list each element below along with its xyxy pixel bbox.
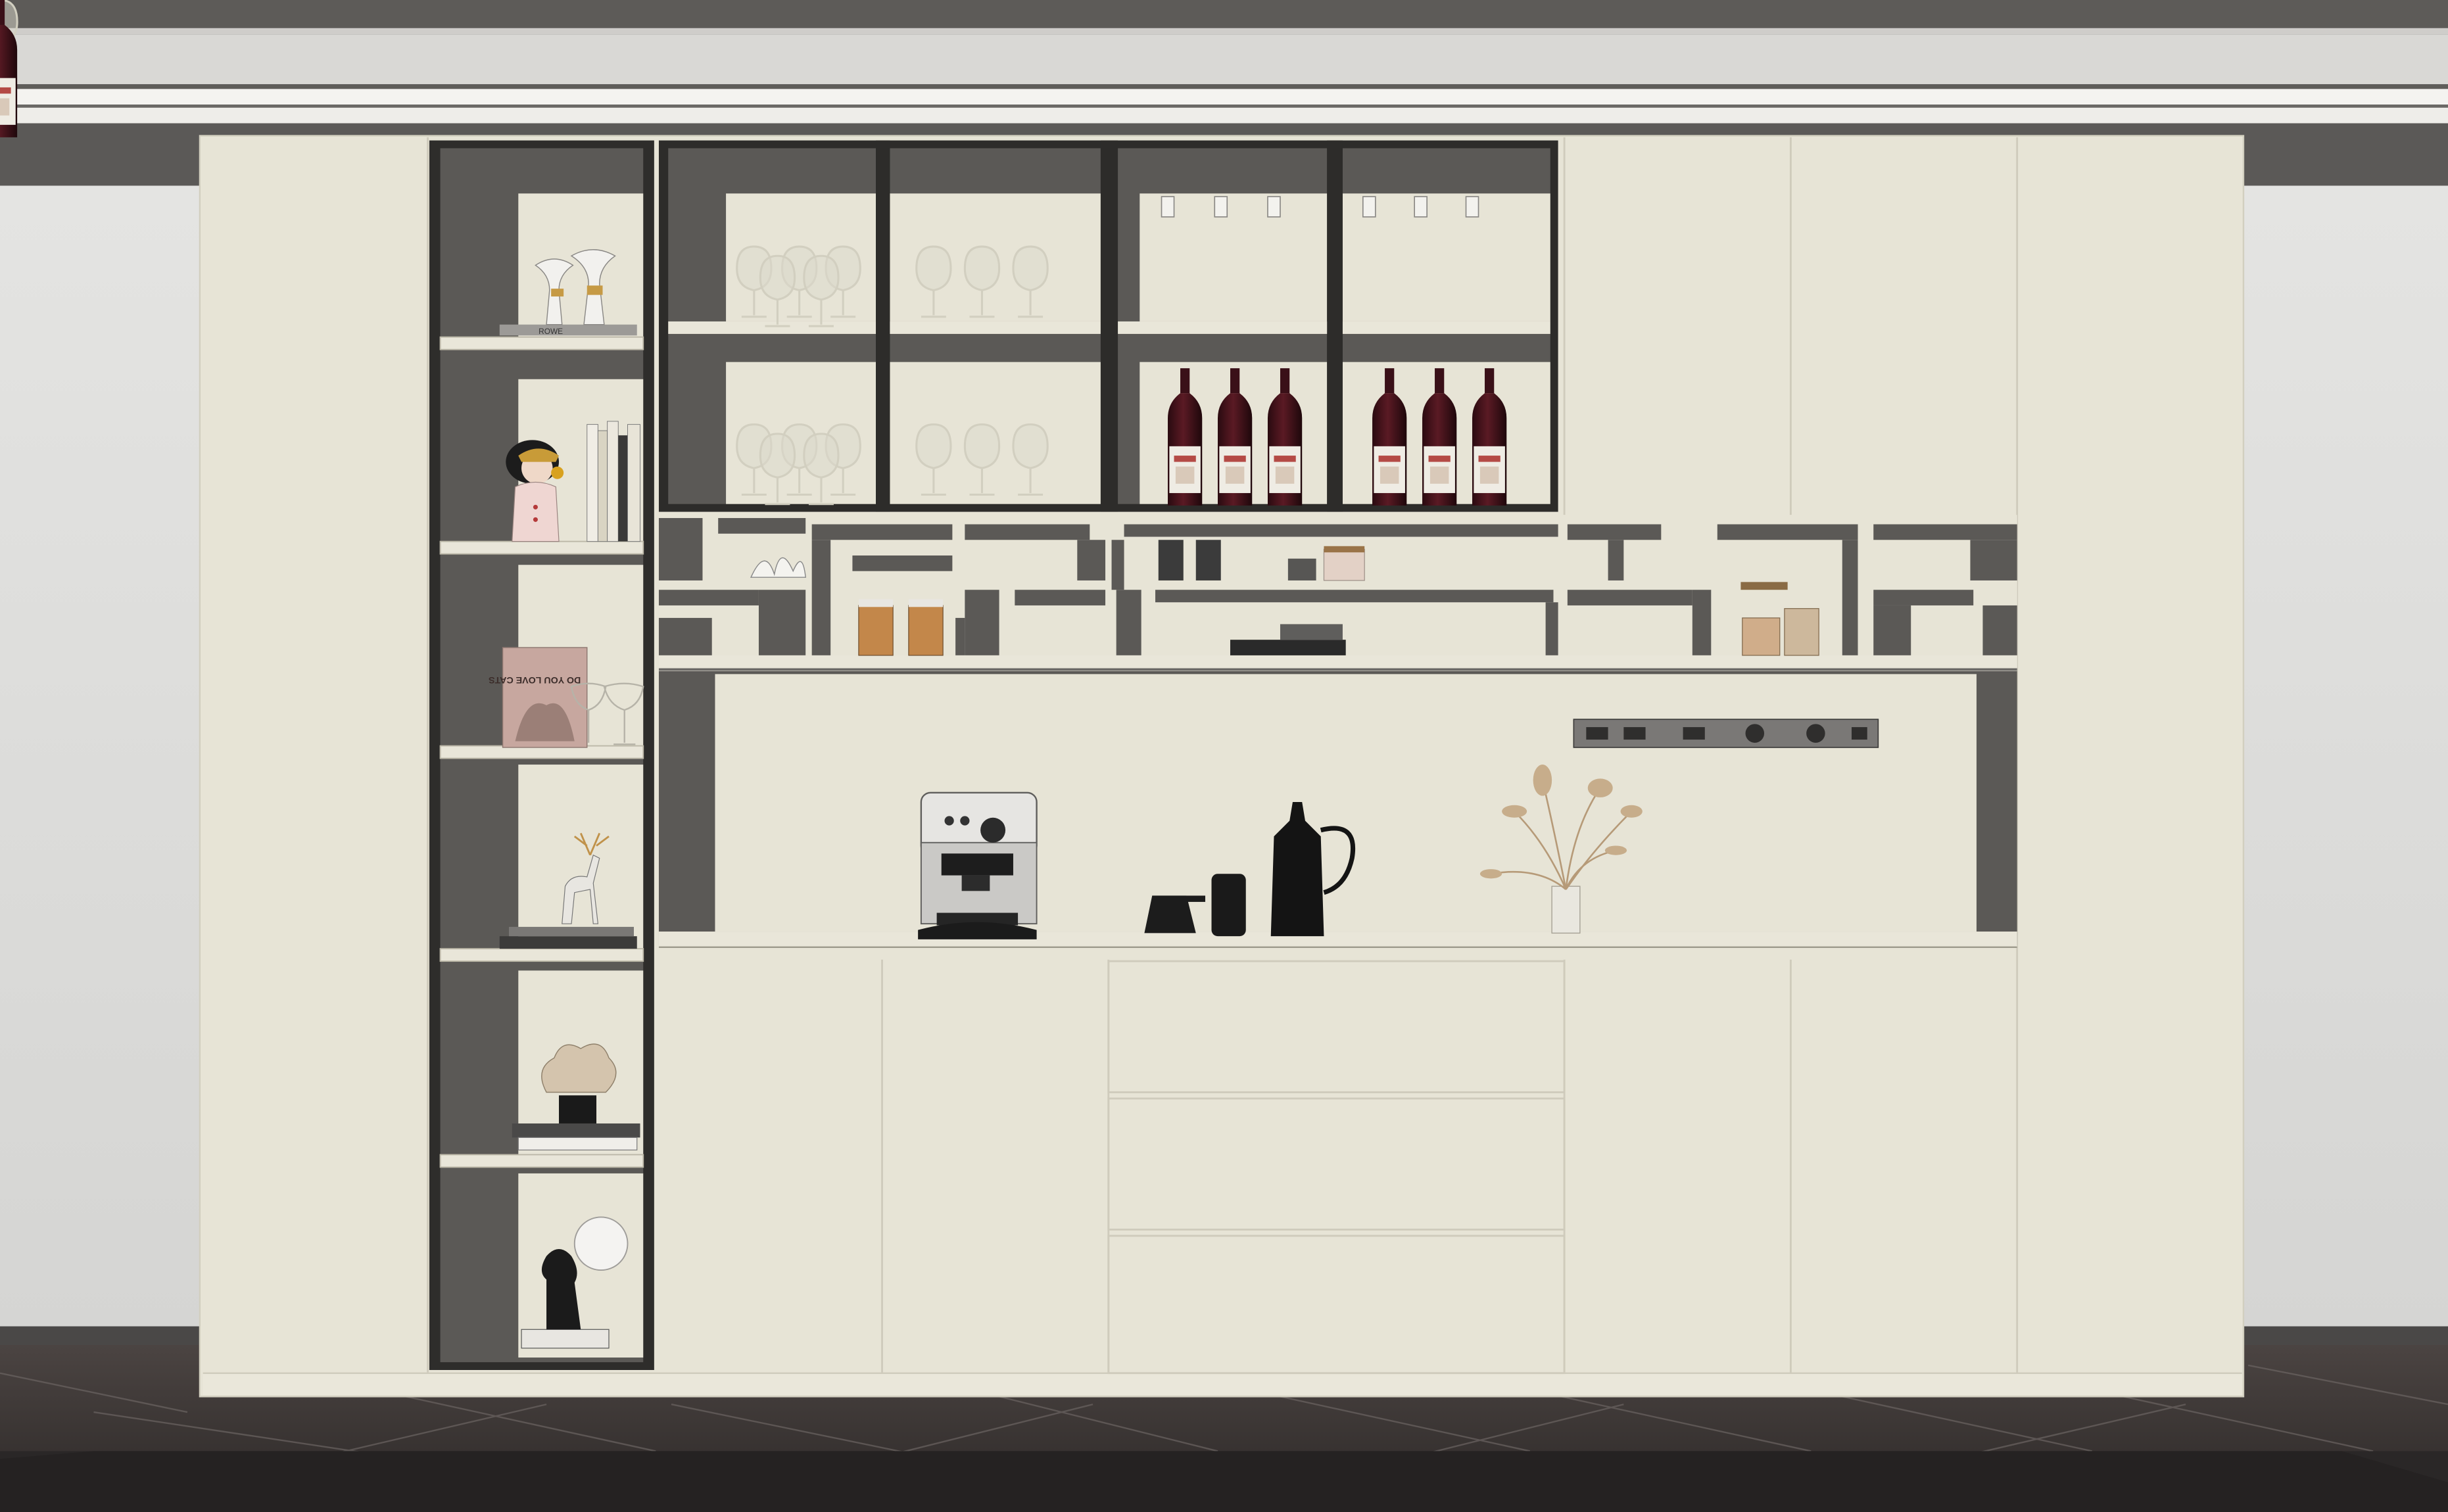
cabinet-scene: ROWE DO YOU LOVE CATS <box>0 0 2448 1512</box>
espresso-machine <box>918 791 1038 939</box>
power-track <box>1573 719 1879 748</box>
book-stack-vertical <box>587 421 640 542</box>
counter-niche <box>658 671 2017 948</box>
wall-right <box>2242 185 2448 1330</box>
wall-left <box>0 185 203 1330</box>
cat-book-title: DO YOU LOVE CATS <box>489 674 581 685</box>
book-spine-rowe: ROWE <box>539 327 563 336</box>
